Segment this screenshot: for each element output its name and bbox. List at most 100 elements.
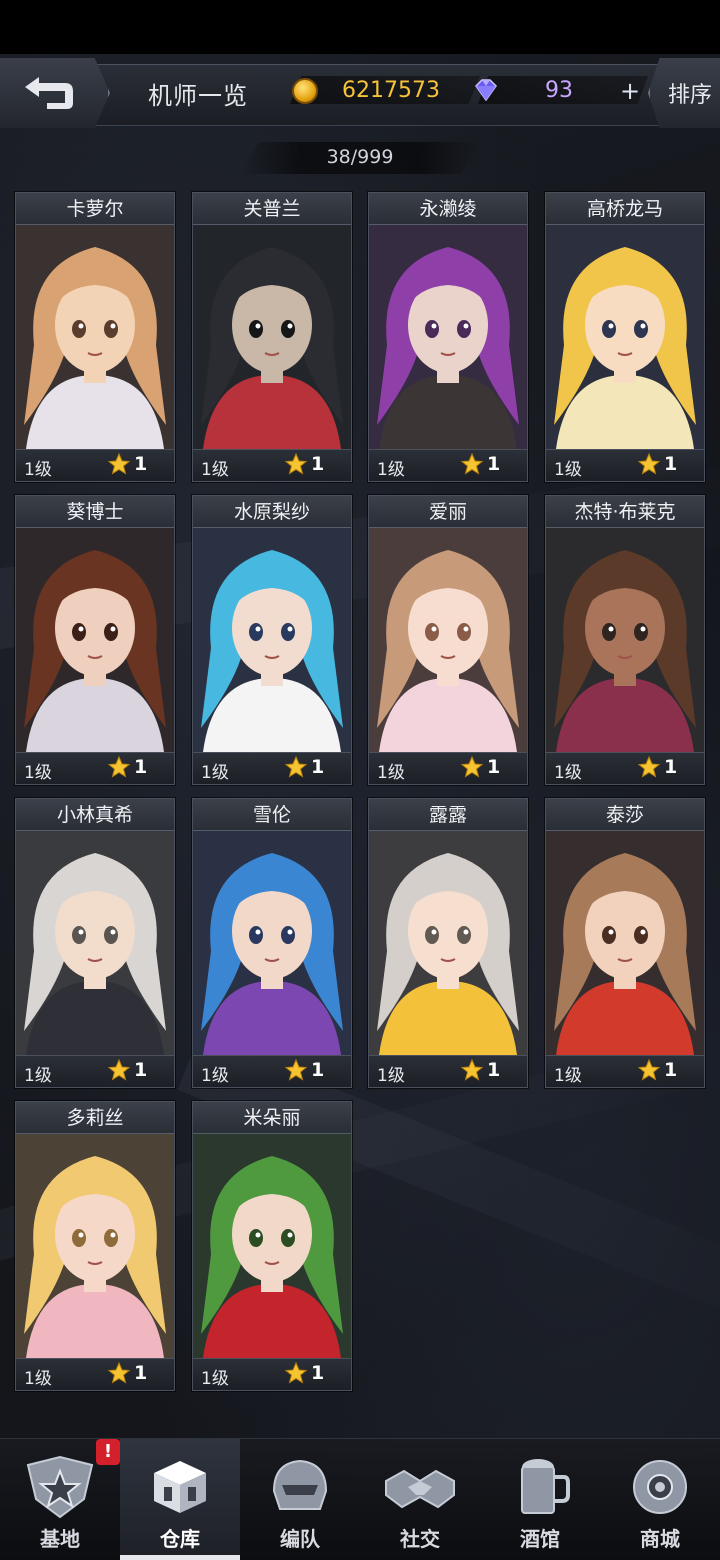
pilot-card[interactable]: 米朵丽 1级 1 (192, 1101, 352, 1391)
pilot-level: 1级 (377, 1066, 405, 1086)
portrait-illustration (546, 528, 704, 752)
portrait-illustration (193, 528, 351, 752)
pilot-star-count: 1 (664, 1059, 678, 1081)
portrait-illustration (546, 225, 704, 449)
nav-label: 编队 (280, 1527, 320, 1551)
pilot-card[interactable]: 永濑绫 1级 1 (368, 192, 528, 482)
pilot-name: 雪伦 (193, 799, 351, 831)
star-icon (461, 1059, 483, 1081)
star-icon (461, 756, 483, 778)
star-icon (285, 1059, 307, 1081)
pilot-level: 1级 (554, 763, 582, 783)
nav-label: 仓库 (160, 1527, 200, 1551)
warehouse-crate-icon (154, 1461, 206, 1513)
shop-robot-icon (633, 1460, 687, 1514)
star-icon (108, 1059, 130, 1081)
pilot-portrait (369, 225, 527, 449)
portrait-illustration (193, 831, 351, 1055)
pilot-portrait (16, 225, 174, 449)
pilot-star-count: 1 (134, 1362, 148, 1384)
pilot-portrait (546, 831, 704, 1055)
pilot-name: 葵博士 (16, 496, 174, 528)
pilot-star-count: 1 (311, 756, 325, 778)
star-icon (285, 453, 307, 475)
page-title: 机师一览 (148, 82, 248, 110)
star-icon (638, 453, 660, 475)
portrait-illustration (369, 528, 527, 752)
pilot-card[interactable]: 卡萝尔 1级 1 (15, 192, 175, 482)
portrait-illustration (369, 225, 527, 449)
pilot-star-count: 1 (487, 1059, 501, 1081)
bottom-nav: ! 基地 仓库 编队 社交 酒馆 商城 (0, 1438, 720, 1560)
base-star-icon (26, 1455, 94, 1519)
sort-button[interactable]: 排序 (648, 58, 720, 128)
diamond-icon (475, 79, 497, 102)
active-tab-indicator (120, 1555, 240, 1560)
pilot-card[interactable]: 爱丽 1级 1 (368, 495, 528, 785)
pilot-star-count: 1 (311, 1059, 325, 1081)
pilot-name: 泰莎 (546, 799, 704, 831)
pilot-card[interactable]: 杰特·布莱克 1级 1 (545, 495, 705, 785)
nav-team[interactable]: 编队 (240, 1439, 360, 1560)
pilot-name: 爱丽 (369, 496, 527, 528)
pilot-card[interactable]: 雪伦 1级 1 (192, 798, 352, 1088)
pilot-level: 1级 (24, 1369, 52, 1389)
pilot-star-count: 1 (134, 453, 148, 475)
pilot-portrait (193, 528, 351, 752)
pilot-stats-bar: 1级 1 (193, 449, 351, 481)
pilot-card[interactable]: 小林真希 1级 1 (15, 798, 175, 1088)
back-button[interactable] (0, 58, 110, 128)
back-arrow-icon (25, 77, 73, 109)
pilot-card[interactable]: 水原梨纱 1级 1 (192, 495, 352, 785)
pilot-portrait (16, 831, 174, 1055)
portrait-illustration (16, 1134, 174, 1358)
nav-shop[interactable]: 商城 (600, 1439, 720, 1560)
add-gems-button[interactable]: + (618, 79, 642, 104)
nav-social[interactable]: 社交 (360, 1439, 480, 1560)
pilot-card[interactable]: 泰莎 1级 1 (545, 798, 705, 1088)
pilot-card[interactable]: 关普兰 1级 1 (192, 192, 352, 482)
pilot-stats-bar: 1级 1 (369, 752, 527, 784)
star-icon (638, 756, 660, 778)
pilot-card[interactable]: 多莉丝 1级 1 (15, 1101, 175, 1391)
portrait-illustration (193, 1134, 351, 1358)
pilot-name: 永濑绫 (369, 193, 527, 225)
pilot-name: 小林真希 (16, 799, 174, 831)
pilot-name: 高桥龙马 (546, 193, 704, 225)
pilot-name: 水原梨纱 (193, 496, 351, 528)
nav-warehouse[interactable]: 仓库 (120, 1439, 240, 1560)
pilot-stats-bar: 1级 1 (16, 1055, 174, 1087)
pilot-stats-bar: 1级 1 (193, 752, 351, 784)
pilot-card[interactable]: 葵博士 1级 1 (15, 495, 175, 785)
nav-base[interactable]: ! 基地 (0, 1439, 120, 1560)
pilot-portrait (16, 1134, 174, 1358)
pilot-level: 1级 (201, 1066, 229, 1086)
star-icon (108, 453, 130, 475)
pilot-level: 1级 (554, 460, 582, 480)
roster-count: 38/999 (326, 146, 394, 168)
nav-label: 基地 (40, 1527, 80, 1551)
pilot-card[interactable]: 露露 1级 1 (368, 798, 528, 1088)
coin-value: 6217573 (342, 78, 440, 103)
pilot-portrait (193, 1134, 351, 1358)
pilot-stats-bar: 1级 1 (16, 752, 174, 784)
star-icon (461, 453, 483, 475)
nav-tavern[interactable]: 酒馆 (480, 1439, 600, 1560)
portrait-illustration (16, 225, 174, 449)
status-bar (0, 0, 720, 54)
tavern-beer-icon (521, 1459, 570, 1514)
pilot-stats-bar: 1级 1 (16, 1358, 174, 1390)
pilot-name: 关普兰 (193, 193, 351, 225)
portrait-illustration (546, 831, 704, 1055)
nav-label: 社交 (400, 1527, 440, 1551)
pilot-star-count: 1 (311, 453, 325, 475)
pilot-portrait (369, 528, 527, 752)
pilot-level: 1级 (24, 460, 52, 480)
pilot-card[interactable]: 高桥龙马 1级 1 (545, 192, 705, 482)
pilot-name: 杰特·布莱克 (546, 496, 704, 528)
portrait-illustration (193, 225, 351, 449)
pilot-level: 1级 (201, 1369, 229, 1389)
star-icon (108, 756, 130, 778)
star-icon (638, 1059, 660, 1081)
pilot-portrait (546, 225, 704, 449)
